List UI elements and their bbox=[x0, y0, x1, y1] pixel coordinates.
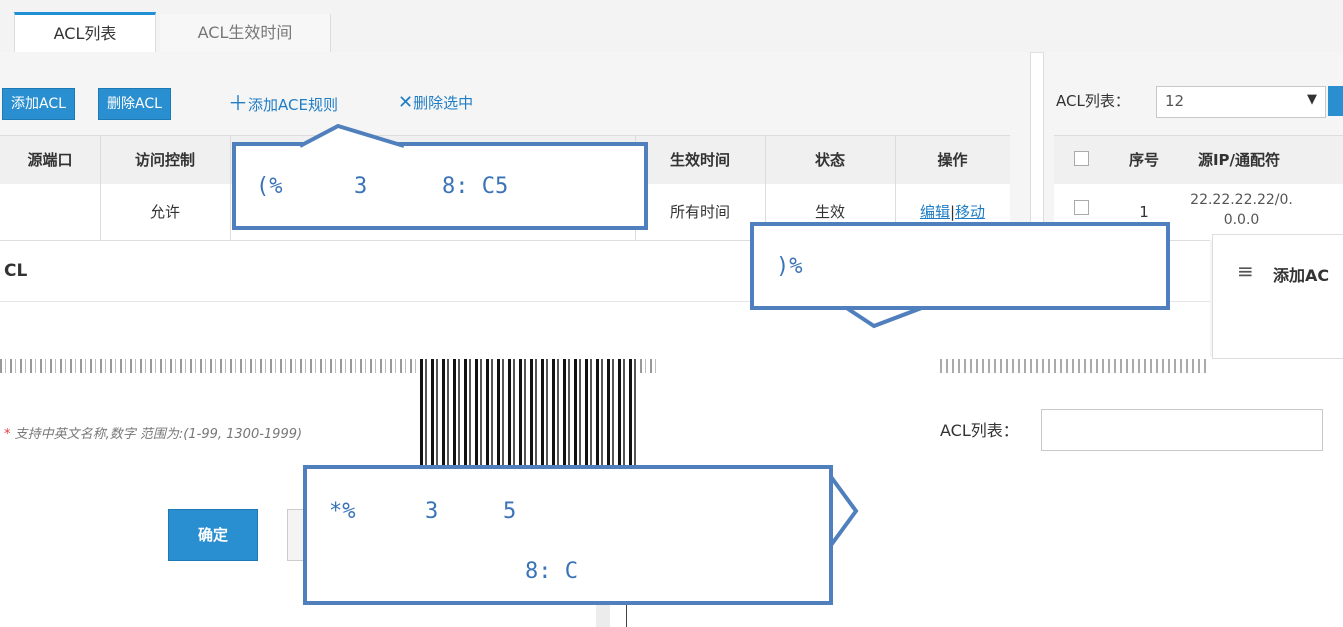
callout-2-text-a: )% bbox=[776, 254, 803, 279]
callout-3-text-a: *% bbox=[329, 499, 356, 524]
callout-2: )% bbox=[750, 222, 1170, 310]
callout-3-text-b: 3 bbox=[425, 499, 439, 524]
callout-3-text-d: 8: C bbox=[525, 559, 578, 584]
callout-3: *% 3 5 8: C bbox=[303, 465, 833, 605]
callout-3-text-c: 5 bbox=[503, 499, 517, 524]
